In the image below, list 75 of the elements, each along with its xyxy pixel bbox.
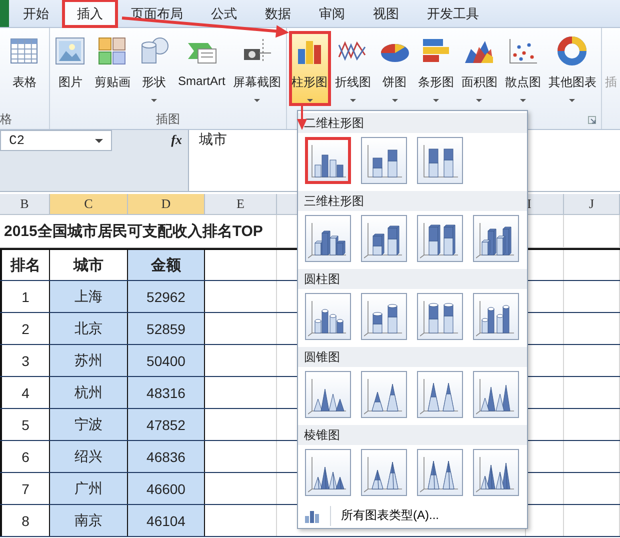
chart-type-option[interactable] (361, 293, 407, 340)
chart-type-option[interactable] (417, 137, 463, 184)
chart-type-option[interactable] (305, 449, 351, 496)
section-title: 圆柱图 (298, 269, 527, 289)
name-box[interactable]: C2 (0, 130, 112, 151)
ribbon-tab[interactable]: 开始 (9, 0, 63, 27)
table-cell: 南京 (50, 505, 128, 536)
table-cell: 52859 (128, 313, 205, 344)
sheet-title: 2015全国城市居民可支配收入排名TOP (3, 222, 263, 240)
ribbon-button[interactable]: 表格 (5, 31, 44, 106)
chart-type-option[interactable] (473, 293, 519, 340)
table-cell: 绍兴 (50, 441, 128, 472)
ribbon-button[interactable]: SmartArt (175, 31, 228, 106)
table-cell: 宁波 (50, 409, 128, 440)
table-cell: 杭州 (50, 377, 128, 408)
chart-type-option[interactable] (361, 449, 407, 496)
chart-type-option[interactable] (305, 137, 351, 184)
ribbon-button[interactable]: 图片 (51, 31, 90, 106)
donut-chart-icon (556, 35, 588, 67)
chart-type-option[interactable] (417, 449, 463, 496)
chart-type-option[interactable] (417, 371, 463, 418)
table-cell: 47852 (128, 409, 205, 440)
chart-type-option[interactable] (473, 215, 519, 262)
table-header-cell: 金额 (128, 250, 205, 280)
table-cell: 50400 (128, 345, 205, 376)
column-header[interactable]: D (128, 194, 205, 214)
chart-type-option[interactable] (417, 293, 463, 340)
ribbon-button[interactable]: 散点图 (502, 31, 544, 106)
picture-icon (54, 35, 86, 67)
clip-art-icon (96, 35, 128, 67)
chart-type-option[interactable] (305, 293, 351, 340)
column-header[interactable]: J (564, 194, 620, 214)
dialog-launcher-icon[interactable] (588, 116, 596, 124)
table-cell: 46104 (128, 505, 205, 536)
section-title: 二维柱形图 (298, 113, 527, 133)
ribbon-tab[interactable]: 开发工具 (413, 0, 493, 27)
chart-type-option[interactable] (361, 215, 407, 262)
chart-type-option[interactable] (305, 371, 351, 418)
column-header[interactable]: C (50, 194, 128, 214)
table-cell: 苏州 (50, 345, 128, 376)
ribbon-tab[interactable]: 审阅 (305, 0, 359, 27)
ribbon-button[interactable]: 形状 (135, 31, 174, 106)
ribbon-button[interactable]: 折线图 (332, 31, 374, 106)
chart-type-option[interactable] (473, 371, 519, 418)
column-header[interactable]: E (205, 194, 277, 214)
group-label: 插图 (156, 111, 180, 128)
table-cell: 52962 (128, 281, 205, 312)
ribbon-button[interactable]: 面积图 (458, 31, 500, 106)
ribbon-button[interactable]: 剪贴画 (91, 31, 134, 106)
chart-type-option[interactable] (305, 215, 351, 262)
table-cell: 46836 (128, 441, 205, 472)
all-chart-types-item[interactable]: 所有图表类型(A)... (298, 503, 527, 528)
ribbon-tab[interactable]: 公式 (197, 0, 251, 27)
ribbon-button[interactable]: 其他图表 (545, 31, 600, 106)
ribbon-button[interactable]: 饼图 (376, 31, 414, 106)
table-cell: 46600 (128, 473, 205, 504)
section-title: 三维柱形图 (298, 191, 527, 211)
ribbon-tab[interactable]: 数据 (251, 0, 305, 27)
table-cell: 北京 (50, 313, 128, 344)
ribbon-tab[interactable]: 视图 (359, 0, 413, 27)
chart-type-option[interactable] (361, 137, 407, 184)
function-label[interactable]: fx (171, 132, 182, 148)
table-header-cell: 排名 (0, 250, 50, 280)
chart-type-option[interactable] (473, 449, 519, 496)
section-title: 圆锥图 (298, 347, 527, 367)
ribbon-tab[interactable]: 插入 (63, 0, 117, 27)
table-cell: 广州 (50, 473, 128, 504)
table-cell: 上海 (50, 281, 128, 312)
ribbon-button[interactable]: 条形图 (415, 31, 458, 106)
section-title: 棱锥图 (298, 425, 527, 445)
ribbon-button[interactable]: 柱形图 (288, 31, 331, 106)
group-label: 格 (0, 111, 12, 128)
chart-type-option[interactable] (417, 215, 463, 262)
chart-type-option[interactable] (361, 371, 407, 418)
table-cell: 48316 (128, 377, 205, 408)
